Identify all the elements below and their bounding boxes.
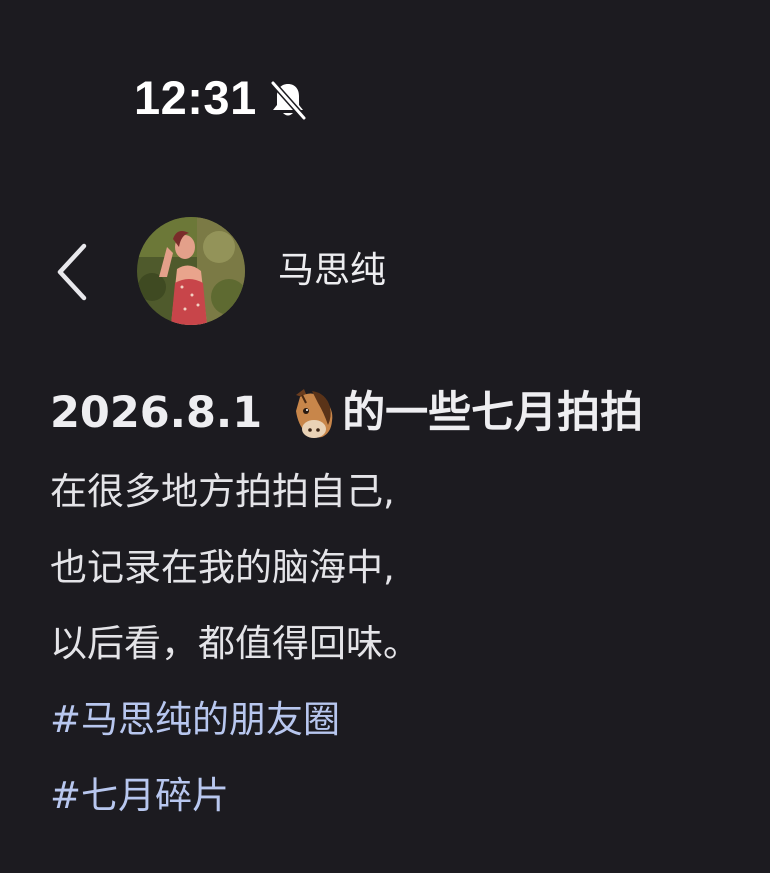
- post-title-text: 的一些七月拍拍: [342, 388, 644, 438]
- hashtag-link[interactable]: #马思纯的朋友圈: [50, 682, 740, 758]
- post-line: 在很多地方拍拍自己,: [50, 470, 395, 513]
- back-button[interactable]: [44, 236, 100, 308]
- status-bar: 12:31: [0, 0, 770, 190]
- post-content: 2026.8.1 的一些七月拍拍 在很多地方拍拍自己, 也记录在我的脑海中, 以…: [50, 378, 740, 834]
- avatar[interactable]: [137, 217, 245, 325]
- avatar-photo: [137, 217, 245, 325]
- chevron-left-icon: [57, 243, 87, 301]
- bell-slash-icon: [270, 80, 307, 121]
- author-name[interactable]: 马思纯: [278, 248, 386, 294]
- post-line: 以后看，都值得回味。: [50, 622, 420, 665]
- hashtag-link[interactable]: #七月碎片: [50, 758, 740, 834]
- horse-face-icon: [296, 389, 333, 438]
- post-title-date: 2026.8.1: [50, 388, 263, 438]
- post-screen: 12:31 马思纯 2026.8.1 的一些七月拍拍 在很多地方拍拍自己, 也记…: [0, 0, 770, 873]
- post-title: 2026.8.1 的一些七月拍拍: [50, 378, 740, 448]
- status-time: 12:31: [134, 71, 257, 124]
- post-header: 马思纯: [0, 200, 770, 340]
- post-body: 在很多地方拍拍自己, 也记录在我的脑海中, 以后看，都值得回味。 #马思纯的朋友…: [50, 454, 740, 834]
- post-line: 也记录在我的脑海中,: [50, 546, 395, 589]
